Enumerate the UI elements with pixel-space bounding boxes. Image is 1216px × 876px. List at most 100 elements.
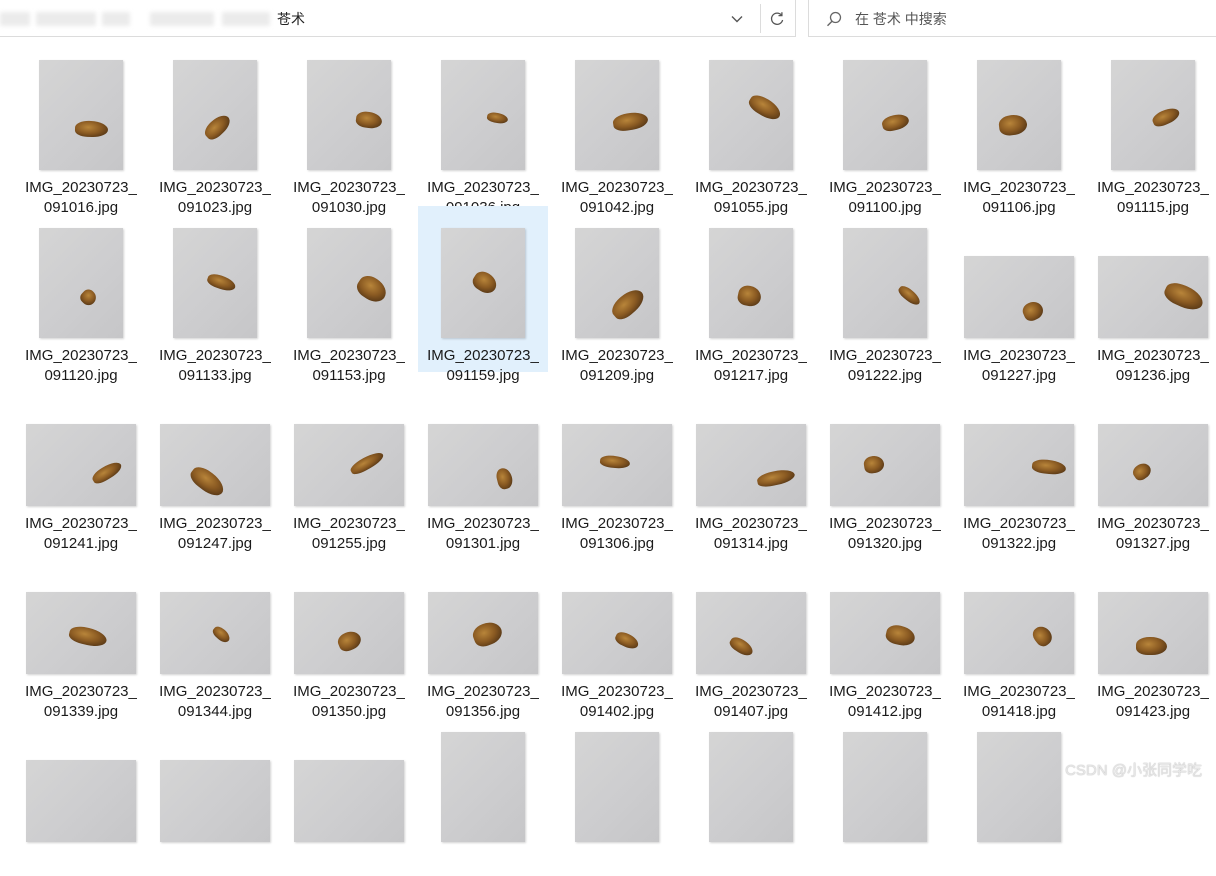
refresh-button[interactable] <box>760 4 793 33</box>
file-item[interactable]: IMG_20230723_091042.jpg <box>552 38 682 204</box>
file-item[interactable]: IMG_20230723_091327.jpg <box>1088 374 1216 540</box>
file-item[interactable]: IMG_20230723_091423.jpg <box>1088 542 1216 708</box>
file-item[interactable]: IMG_20230723_091407.jpg <box>686 542 816 708</box>
file-item[interactable]: IMG_20230723_091236.jpg <box>1088 206 1216 372</box>
address-bar[interactable]: 苍术 <box>0 0 796 37</box>
herb-specimen <box>211 624 233 645</box>
file-item[interactable]: IMG_20230723_091247.jpg <box>150 374 280 540</box>
file-name-line1: IMG_20230723_ <box>954 682 1084 702</box>
file-item[interactable]: IMG_20230723_091030.jpg <box>284 38 414 204</box>
file-thumbnail <box>843 60 927 170</box>
file-name-line1: IMG_20230723_ <box>1088 346 1216 366</box>
herb-specimen <box>486 111 508 124</box>
file-name-line1: IMG_20230723_ <box>820 346 950 366</box>
file-item-partial[interactable] <box>16 710 146 876</box>
search-box[interactable] <box>808 0 1216 37</box>
file-name-line1: IMG_20230723_ <box>954 346 1084 366</box>
herb-specimen <box>599 454 630 469</box>
file-name-line1: IMG_20230723_ <box>150 178 280 198</box>
address-history-dropdown-button[interactable] <box>722 4 752 33</box>
search-input[interactable] <box>855 8 1195 30</box>
breadcrumb-item-blurred[interactable] <box>36 10 96 28</box>
file-item[interactable]: IMG_20230723_091023.jpg <box>150 38 280 204</box>
file-item[interactable]: IMG_20230723_091036.jpg <box>418 38 548 204</box>
file-item-partial[interactable] <box>552 710 682 876</box>
file-thumbnail <box>26 592 136 674</box>
file-thumbnail <box>428 424 538 506</box>
file-thumbnail <box>428 592 538 674</box>
file-item[interactable]: IMG_20230723_091356.jpg <box>418 542 548 708</box>
herb-specimen <box>612 110 649 132</box>
herb-specimen <box>608 285 648 324</box>
file-item-partial[interactable] <box>954 710 1084 876</box>
herb-specimen <box>355 110 383 129</box>
file-name-line1: IMG_20230723_ <box>418 178 548 198</box>
file-name-line1: IMG_20230723_ <box>820 682 950 702</box>
file-thumbnail <box>843 732 927 842</box>
file-thumbnail <box>26 760 136 842</box>
file-item-partial[interactable] <box>284 710 414 876</box>
herb-specimen <box>348 449 385 477</box>
file-item[interactable]: IMG_20230723_091120.jpg <box>16 206 146 372</box>
file-item[interactable]: IMG_20230723_091227.jpg <box>954 206 1084 372</box>
file-item[interactable]: IMG_20230723_091106.jpg <box>954 38 1084 204</box>
herb-specimen <box>206 272 238 294</box>
file-item[interactable]: IMG_20230723_091100.jpg <box>820 38 950 204</box>
file-item[interactable]: IMG_20230723_091412.jpg <box>820 542 950 708</box>
file-name-line1: IMG_20230723_ <box>1088 682 1216 702</box>
file-thumbnail <box>709 228 793 338</box>
file-item[interactable]: IMG_20230723_091133.jpg <box>150 206 280 372</box>
file-thumbnail <box>294 424 404 506</box>
file-name-line1: IMG_20230723_ <box>150 514 280 534</box>
breadcrumb-current[interactable]: 苍术 <box>277 10 305 28</box>
file-item[interactable]: IMG_20230723_091306.jpg <box>552 374 682 540</box>
file-item[interactable]: IMG_20230723_091016.jpg <box>16 38 146 204</box>
file-item[interactable]: IMG_20230723_091209.jpg <box>552 206 682 372</box>
file-thumbnail <box>964 424 1074 506</box>
herb-specimen <box>68 624 109 649</box>
file-item[interactable]: IMG_20230723_091314.jpg <box>686 374 816 540</box>
herb-specimen <box>613 630 640 652</box>
file-item[interactable]: IMG_20230723_091301.jpg <box>418 374 548 540</box>
herb-specimen <box>896 283 922 307</box>
file-thumbnail <box>1098 424 1208 506</box>
herb-specimen <box>187 463 228 500</box>
file-thumbnail <box>977 60 1061 170</box>
file-name-line1: IMG_20230723_ <box>418 346 548 366</box>
breadcrumb-item-blurred[interactable] <box>0 10 30 28</box>
file-item-partial[interactable] <box>150 710 280 876</box>
file-thumbnail <box>1098 592 1208 674</box>
file-item[interactable]: IMG_20230723_091055.jpg <box>686 38 816 204</box>
file-item[interactable]: IMG_20230723_091217.jpg <box>686 206 816 372</box>
file-name-line1: IMG_20230723_ <box>150 346 280 366</box>
file-name-line1: IMG_20230723_ <box>686 178 816 198</box>
file-thumbnail <box>562 424 672 506</box>
file-name-line1: IMG_20230723_ <box>418 682 548 702</box>
file-item[interactable]: IMG_20230723_091350.jpg <box>284 542 414 708</box>
file-thumbnail <box>441 732 525 842</box>
file-item-partial[interactable] <box>418 710 548 876</box>
file-item[interactable]: IMG_20230723_091344.jpg <box>150 542 280 708</box>
file-item[interactable]: IMG_20230723_091418.jpg <box>954 542 1084 708</box>
breadcrumb-item-blurred[interactable] <box>102 10 130 28</box>
file-item[interactable]: IMG_20230723_091115.jpg <box>1088 38 1216 204</box>
file-item[interactable]: IMG_20230723_091241.jpg <box>16 374 146 540</box>
file-item[interactable]: IMG_20230723_091153.jpg <box>284 206 414 372</box>
file-item-partial[interactable] <box>686 710 816 876</box>
file-item[interactable]: IMG_20230723_091339.jpg <box>16 542 146 708</box>
file-name-line1: IMG_20230723_ <box>418 514 548 534</box>
breadcrumb-item-blurred[interactable] <box>222 10 270 28</box>
file-item[interactable]: IMG_20230723_091322.jpg <box>954 374 1084 540</box>
file-item[interactable]: IMG_20230723_091255.jpg <box>284 374 414 540</box>
file-item[interactable]: IMG_20230723_091320.jpg <box>820 374 950 540</box>
file-item[interactable]: IMG_20230723_091402.jpg <box>552 542 682 708</box>
file-thumbnail <box>307 60 391 170</box>
file-item[interactable]: IMG_20230723_091222.jpg <box>820 206 950 372</box>
file-thumbnail <box>830 424 940 506</box>
herb-specimen <box>470 619 505 650</box>
file-thumbnail <box>575 60 659 170</box>
file-item-partial[interactable] <box>820 710 950 876</box>
file-name-line1: IMG_20230723_ <box>1088 514 1216 534</box>
breadcrumb-item-blurred[interactable] <box>150 10 214 28</box>
file-item[interactable]: IMG_20230723_091159.jpg <box>418 206 548 372</box>
